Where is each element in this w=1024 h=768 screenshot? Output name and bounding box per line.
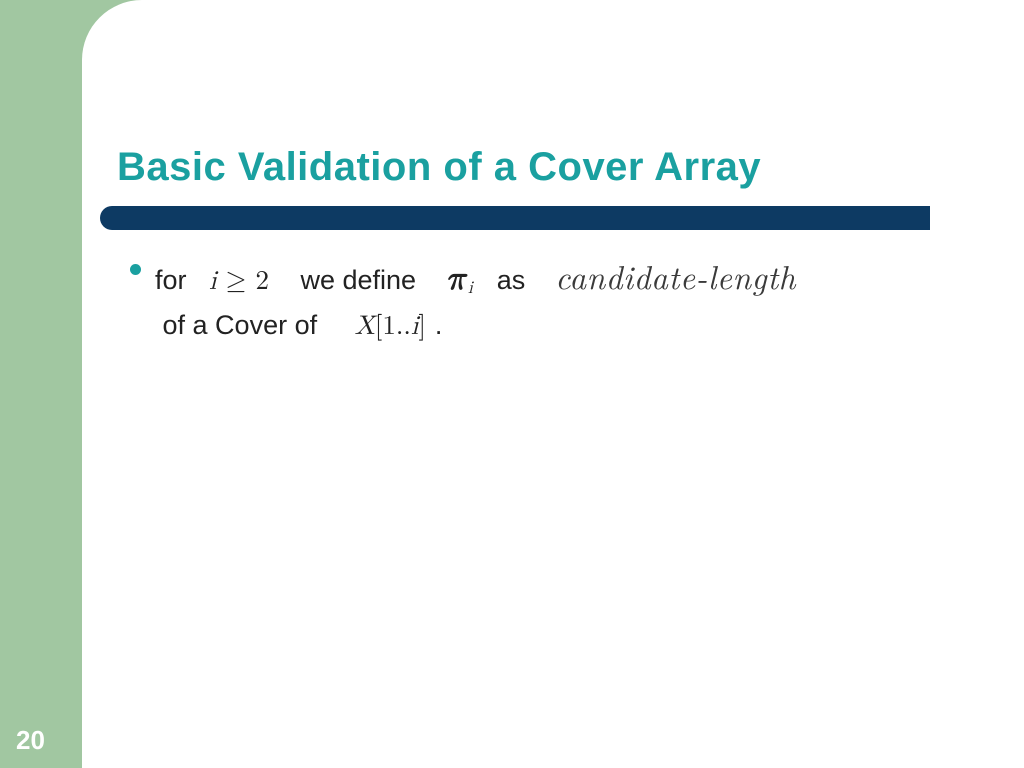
slide-number: 20 [16,725,45,756]
title-underline [100,206,930,230]
text-for: for [155,265,187,295]
bullet-item: for i ≥ 2 we define πi as candidate-leng… [130,250,990,348]
text-candidate-length: candidate-length [555,252,796,299]
slide-title: Basic Validation of a Cover Array [117,145,761,190]
text-of-a-cover-of: of a Cover of [163,310,318,340]
math-i-ge-2: i ≥ 2 [209,268,278,295]
left-accent-band [0,0,82,768]
slide-card [82,0,1024,768]
text-period: . [435,310,443,340]
bullet-icon [130,264,141,275]
math-pi-base: π [446,262,466,296]
bullet-text: for i ≥ 2 we define πi as candidate-leng… [155,250,990,348]
slide-body: for i ≥ 2 we define πi as candidate-leng… [130,250,990,348]
math-pi-i: πi [446,268,482,295]
math-pi-sub: i [466,280,473,297]
math-x-1-i: X[1..i] [355,313,435,340]
text-as: as [497,265,526,295]
text-we-define: we define [300,265,416,295]
